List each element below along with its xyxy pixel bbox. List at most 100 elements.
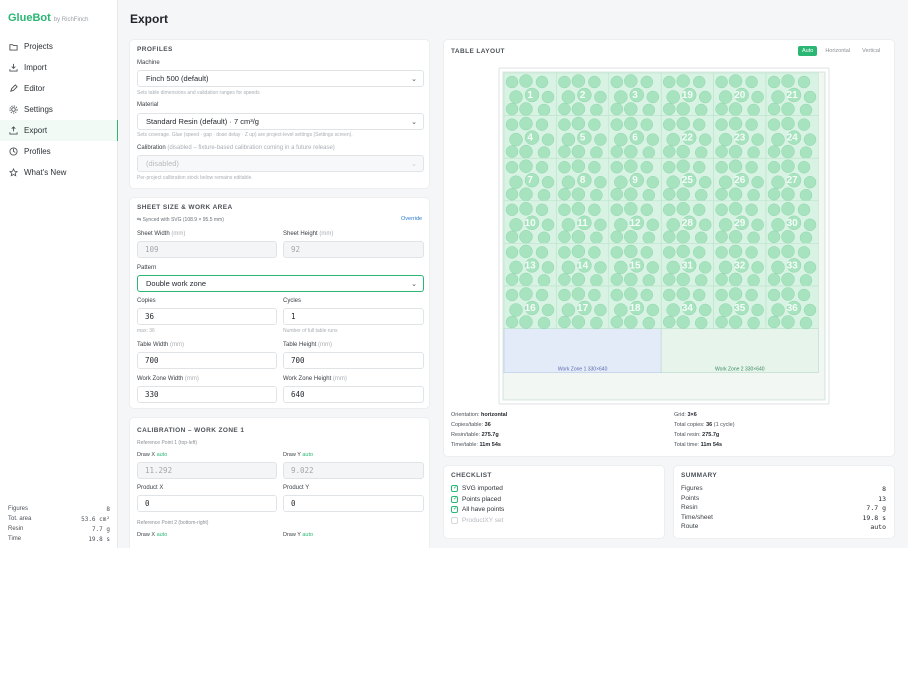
checkbox-icon: [451, 516, 458, 524]
layout-figure: [624, 144, 638, 159]
wz-width-input[interactable]: 330: [137, 386, 277, 403]
draw-y-auto: auto: [302, 452, 314, 458]
layout-figure: [509, 218, 523, 232]
sidebar-item-what-s-new[interactable]: What's New: [0, 162, 118, 183]
layout-figure: [728, 102, 743, 116]
layout-figure: [509, 175, 523, 189]
machine-select[interactable]: Finch 500 (default) ⌄: [137, 70, 424, 87]
table-width-input[interactable]: 700: [137, 352, 277, 369]
sidebar-item-export[interactable]: Export: [0, 120, 119, 141]
layout-figure: [558, 75, 571, 89]
override-link[interactable]: Override: [401, 216, 422, 222]
layout-figure: [624, 116, 638, 131]
summary-row: Points 13: [681, 495, 886, 503]
chevron-down-icon: ⌄: [411, 281, 417, 288]
layout-figure: [594, 303, 607, 317]
cycles-input[interactable]: 1: [283, 308, 424, 325]
material-select[interactable]: Standard Resin (default) · 7 cm³/g ⌄: [137, 113, 424, 130]
sidebar-item-projects[interactable]: Projects: [0, 36, 118, 57]
sidebar-item-import[interactable]: Import: [0, 57, 118, 78]
layout-figure: [642, 231, 656, 245]
layout-figure: [799, 316, 813, 330]
layout-figure: [646, 261, 660, 274]
svg-synced-text: Synced with SVG (108.9 × 95.5 mm): [142, 217, 224, 223]
ref-point-2-text: Reference Point 2: [137, 520, 178, 526]
layout-figure: [797, 288, 811, 302]
layout-figure: [646, 218, 660, 232]
copy-number: 32: [734, 260, 746, 271]
copies-input[interactable]: 36: [137, 308, 277, 325]
layout-figure: [751, 303, 764, 317]
layout-figure: [694, 231, 708, 245]
copy-number: 15: [629, 260, 641, 271]
layout-figure: [614, 218, 628, 232]
sidebar-stats: Figures 8 Tot. area 53.6 cm² Resin 7.7 g Time 1…: [8, 504, 110, 544]
product-y-input[interactable]: 0: [283, 495, 424, 512]
tab-horizontal[interactable]: Horizontal: [821, 46, 854, 56]
layout-figure: [728, 159, 743, 173]
table-width-unit: (mm): [170, 342, 185, 348]
import-icon: [8, 63, 18, 73]
layout-figure: [747, 231, 760, 245]
sidebar-item-label: Projects: [24, 42, 53, 51]
time-table-label: Time/table:: [451, 442, 479, 448]
layout-figure: [588, 118, 601, 131]
layout-figure: [781, 144, 795, 159]
layout-figure: [505, 203, 519, 217]
layout-figure: [588, 160, 601, 174]
layout-figure: [797, 160, 811, 174]
sidebar-item-label: What's New: [24, 168, 67, 177]
brand-name: GlueBot: [8, 12, 51, 24]
copies-table-info: Copies/table: 36: [451, 422, 491, 428]
stat-value: 19.8 s: [88, 535, 110, 543]
wz-height-input[interactable]: 640: [283, 386, 424, 403]
product-x-input[interactable]: 0: [137, 495, 277, 512]
copy-number: 34: [682, 303, 694, 314]
tab-vertical[interactable]: Vertical: [858, 46, 884, 56]
layout-figure: [558, 160, 571, 174]
layout-figure: [745, 160, 758, 174]
layout-figure: [715, 118, 728, 131]
layout-figure: [662, 273, 676, 286]
star-icon: [8, 168, 18, 178]
layout-figure: [676, 315, 690, 329]
draw-x-label: Draw X auto: [137, 452, 167, 458]
sheet-height-label: Sheet Height (mm): [283, 231, 333, 237]
layout-figure: [558, 145, 571, 158]
layout-figure: [666, 132, 680, 147]
layout-figure: [715, 203, 728, 217]
layout-figure: [535, 203, 549, 217]
layout-figure: [728, 202, 743, 216]
checklist-item: ✓ All have points: [451, 506, 504, 513]
layout-figure: [747, 146, 760, 159]
layout-figure: [771, 132, 785, 147]
sidebar-item-profiles[interactable]: Profiles: [0, 141, 118, 162]
layout-figure: [505, 230, 519, 244]
layout-figure: [610, 230, 624, 244]
layout-figure: [505, 273, 519, 286]
layout-figure: [594, 90, 607, 104]
copy-number: 13: [525, 260, 537, 271]
layout-figure: [666, 218, 680, 232]
sidebar-item-editor[interactable]: Editor: [0, 78, 118, 99]
tab-auto[interactable]: Auto: [798, 46, 818, 56]
sidebar-item-settings[interactable]: Settings: [0, 99, 118, 120]
table-width-label-text: Table Width: [137, 342, 169, 348]
table-height-input[interactable]: 700: [283, 352, 424, 369]
pattern-select[interactable]: Double work zone ⌄: [137, 275, 424, 292]
main-content: Export Profiles Machine Finch 500 (defau…: [118, 0, 908, 548]
layout-figure: [781, 287, 795, 301]
layout-figure: [614, 175, 628, 189]
time-table-info: Time/table: 11m 54s: [451, 442, 501, 448]
layout-figure: [715, 145, 728, 158]
layout-figure: [751, 261, 764, 274]
layout-figure: [662, 187, 676, 201]
layout-figure: [767, 160, 781, 174]
layout-figure: [541, 218, 555, 232]
sheet-title: Sheet size & work area: [137, 204, 233, 211]
layout-figure: [803, 261, 817, 274]
svg-synced-note: ⇆ Synced with SVG (108.9 × 95.5 mm): [137, 217, 224, 223]
layout-figure: [640, 288, 654, 302]
layout-figure: [505, 102, 519, 116]
layout-figure: [614, 132, 628, 147]
